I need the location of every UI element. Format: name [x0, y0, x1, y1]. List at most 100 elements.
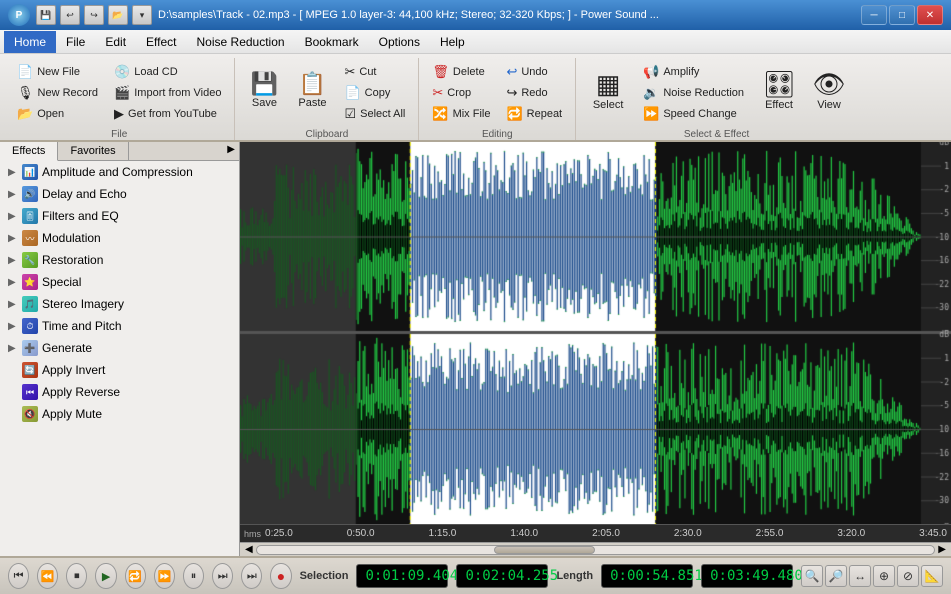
load-cd-button[interactable]: 💿 Load CD	[107, 62, 228, 82]
list-item[interactable]: ▶ 🔇 Apply Mute	[0, 403, 239, 425]
amplify-button[interactable]: 📢 Amplify	[636, 62, 751, 82]
transport-stop-btn[interactable]: ⏹	[66, 563, 87, 589]
crop-button[interactable]: ✂ Crop	[425, 83, 497, 103]
scroll-left-btn[interactable]: ◀	[242, 544, 256, 555]
expand-arrow-icon: ▶	[8, 167, 18, 178]
close-button[interactable]: ✕	[917, 5, 943, 25]
zoom-fit-btn[interactable]: ↔	[849, 565, 871, 587]
undo-button[interactable]: ↩ Undo	[499, 62, 569, 82]
select-large-button[interactable]: ▦ Select	[582, 60, 634, 122]
ruler-mark: 3:20.0	[837, 528, 865, 539]
scrollbar-thumb[interactable]	[494, 546, 596, 554]
save-button[interactable]: 💾 Save	[241, 60, 287, 122]
zoom-reset-btn[interactable]: ⊘	[897, 565, 919, 587]
transport-rewind-btn[interactable]: ⏪	[37, 563, 58, 589]
effects-sidebar: Effects Favorites ▶ ▶ 📊 Amplitude and Co…	[0, 142, 240, 556]
list-item[interactable]: ▶ ➕ Generate	[0, 337, 239, 359]
list-item[interactable]: ▶ 🎚 Filters and EQ	[0, 205, 239, 227]
transport-forward-btn[interactable]: ⏩	[154, 563, 175, 589]
zoom-out-btn[interactable]: 🔎	[825, 565, 847, 587]
scroll-right-btn[interactable]: ▶	[935, 544, 949, 555]
reverse-icon: ⏮	[22, 384, 38, 400]
quick-dropdown-btn[interactable]: ▾	[132, 5, 152, 25]
transport-next-btn[interactable]: ⏭	[212, 563, 233, 589]
length-time: 0:00:54.851	[601, 564, 693, 588]
repeat-button[interactable]: 🔁 Repeat	[499, 104, 569, 124]
effect-small-col: 📢 Amplify 🔉 Noise Reduction ⏩ Speed Chan…	[636, 60, 751, 124]
amplify-icon: 📢	[643, 64, 659, 80]
ruler-marks: 0:25.0 0:50.0 1:15.0 1:40.0 2:05.0 2:30.…	[265, 528, 947, 539]
get-youtube-button[interactable]: ▶ Get from YouTube	[107, 104, 228, 124]
menu-home[interactable]: Home	[4, 31, 56, 53]
waveform-canvas[interactable]	[240, 142, 951, 524]
quick-open-btn[interactable]: 📂	[108, 5, 128, 25]
zoom-in-btn[interactable]: 🔍	[801, 565, 823, 587]
redo-button[interactable]: ↪ Redo	[499, 83, 569, 103]
list-item[interactable]: ▶ ⏱ Time and Pitch	[0, 315, 239, 337]
new-file-button[interactable]: 📄 New File	[10, 62, 105, 82]
quick-redo-btn[interactable]: ↪	[84, 5, 104, 25]
delete-button[interactable]: 🗑 Delete	[425, 62, 497, 82]
minimize-button[interactable]: ─	[861, 5, 887, 25]
zoom-selection-btn[interactable]: ⊕	[873, 565, 895, 587]
menu-noise-reduction[interactable]: Noise Reduction	[187, 31, 295, 53]
paste-icon: 📋	[299, 73, 326, 95]
list-item[interactable]: ▶ ⏮ Apply Reverse	[0, 381, 239, 403]
list-item[interactable]: ▶ ⭐ Special	[0, 271, 239, 293]
quick-undo-btn[interactable]: ↩	[60, 5, 80, 25]
menu-file[interactable]: File	[56, 31, 95, 53]
list-item[interactable]: ▶ 🎵 Stereo Imagery	[0, 293, 239, 315]
list-item[interactable]: ▶ 〰 Modulation	[0, 227, 239, 249]
transport-pause-btn[interactable]: ⏸	[183, 563, 204, 589]
zoom-ruler-btn[interactable]: 📐	[921, 565, 943, 587]
crop-label: Crop	[447, 87, 471, 99]
open-icon: 📂	[17, 106, 33, 122]
select-label: Select	[593, 99, 624, 111]
horizontal-scrollbar[interactable]: ◀ ▶	[240, 542, 951, 556]
menu-edit[interactable]: Edit	[95, 31, 136, 53]
special-label: Special	[42, 275, 81, 289]
editing-col2: ↩ Undo ↪ Redo 🔁 Repeat	[499, 60, 569, 124]
quick-save-btn[interactable]: 💾	[36, 5, 56, 25]
ribbon-group-select-effect: ▦ Select 📢 Amplify 🔉 Noise Reduction ⏩ S…	[576, 58, 857, 140]
paste-button[interactable]: 📋 Paste	[289, 60, 335, 122]
tab-effects[interactable]: Effects	[0, 142, 58, 161]
cut-button[interactable]: ✂ Cut	[337, 62, 412, 82]
effect-icon: 🎛	[763, 71, 796, 97]
new-record-button[interactable]: 🎙 New Record	[10, 83, 105, 103]
waveform-area[interactable]: hms 0:25.0 0:50.0 1:15.0 1:40.0 2:05.0 2…	[240, 142, 951, 556]
copy-button[interactable]: 📄 Copy	[337, 83, 412, 103]
scrollbar-track[interactable]	[256, 545, 936, 555]
list-item[interactable]: ▶ 🔄 Apply Invert	[0, 359, 239, 381]
noise-reduction-button[interactable]: 🔉 Noise Reduction	[636, 83, 751, 103]
get-youtube-icon: ▶	[114, 106, 124, 122]
menu-options[interactable]: Options	[369, 31, 430, 53]
copy-icon: 📄	[344, 85, 360, 101]
menu-effect[interactable]: Effect	[136, 31, 186, 53]
effect-large-button[interactable]: 🎛 Effect	[753, 60, 805, 122]
apply-invert-label: Apply Invert	[42, 363, 105, 377]
view-large-button[interactable]: 👁 View	[807, 60, 851, 122]
list-item[interactable]: ▶ 📊 Amplitude and Compression	[0, 161, 239, 183]
ruler-mark: 2:05.0	[592, 528, 620, 539]
import-video-button[interactable]: 🎬 Import from Video	[107, 83, 228, 103]
transport-prev-btn[interactable]: ⏮	[8, 563, 29, 589]
tab-favorites[interactable]: Favorites	[58, 142, 128, 160]
list-item[interactable]: ▶ 🔧 Restoration	[0, 249, 239, 271]
maximize-button[interactable]: □	[889, 5, 915, 25]
mix-file-button[interactable]: 🔀 Mix File	[425, 104, 497, 124]
open-button[interactable]: 📂 Open	[10, 104, 105, 124]
menu-help[interactable]: Help	[430, 31, 475, 53]
speed-change-button[interactable]: ⏩ Speed Change	[636, 104, 751, 124]
list-item[interactable]: ▶ 🔊 Delay and Echo	[0, 183, 239, 205]
transport-end-btn[interactable]: ⏭	[241, 563, 262, 589]
record-button[interactable]: ●	[270, 563, 291, 589]
load-cd-icon: 💿	[114, 64, 130, 80]
transport-loop-btn[interactable]: 🔁	[125, 563, 146, 589]
transport-play-btn[interactable]: ▶	[95, 563, 116, 589]
time-pitch-label: Time and Pitch	[42, 319, 122, 333]
select-all-button[interactable]: ☑ Select All	[337, 104, 412, 124]
menu-bookmark[interactable]: Bookmark	[295, 31, 369, 53]
sidebar-scroll-btn[interactable]: ▶	[223, 142, 239, 160]
import-video-icon: 🎬	[114, 85, 130, 101]
